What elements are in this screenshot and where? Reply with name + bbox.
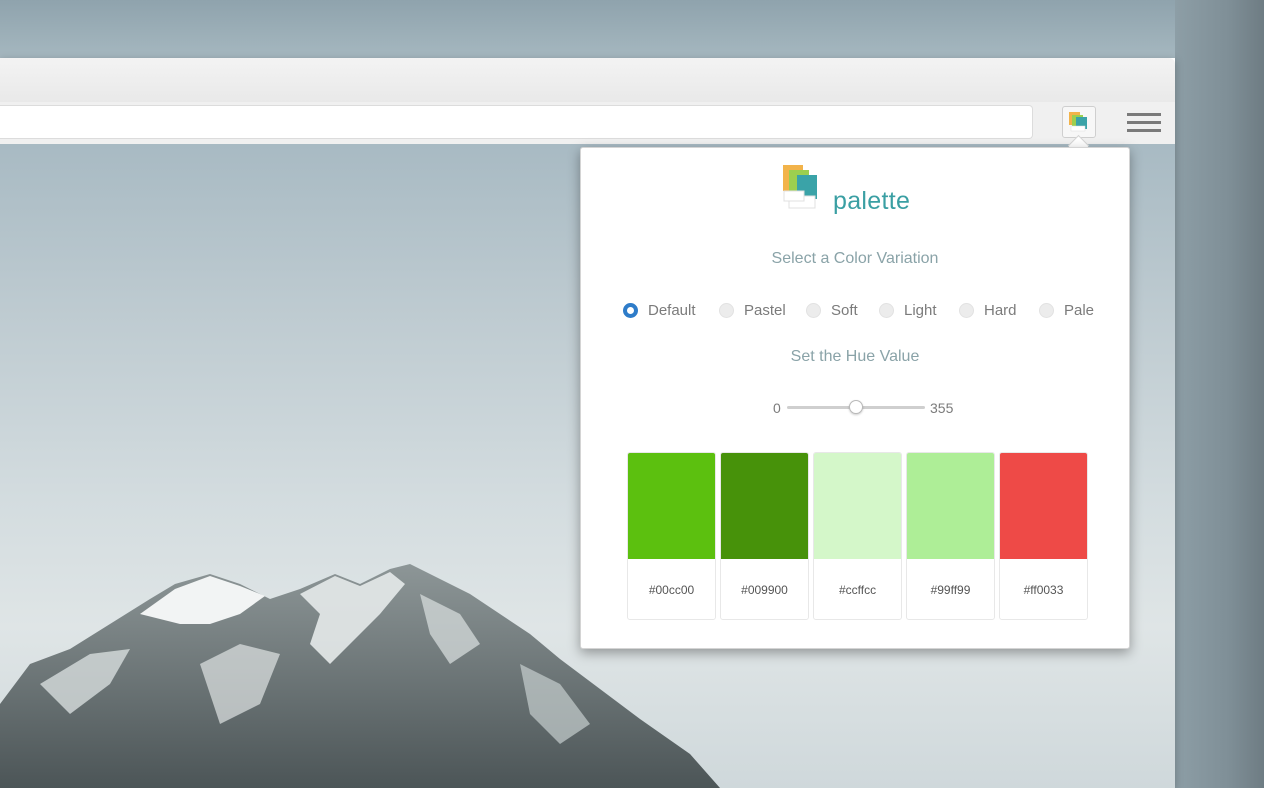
radio-button[interactable]: [959, 302, 974, 318]
browser-titlebar: [0, 58, 1175, 102]
radio-pastel[interactable]: Pastel: [719, 299, 786, 321]
palette-icon: [783, 165, 817, 209]
swatch-color: [628, 453, 715, 559]
radio-light[interactable]: Light: [879, 299, 937, 321]
radio-hard[interactable]: Hard: [959, 299, 1017, 321]
desktop-background-right: [1175, 0, 1264, 788]
address-bar[interactable]: [0, 105, 1033, 139]
hue-slider-row: 0 355: [771, 398, 971, 418]
radio-label: Hard: [984, 301, 1017, 319]
radio-label: Light: [904, 301, 937, 319]
hue-slider-track[interactable]: [787, 400, 925, 414]
variation-title: Select a Color Variation: [771, 250, 939, 267]
palette-extension-button[interactable]: [1062, 106, 1096, 138]
radio-soft[interactable]: Soft: [806, 299, 858, 321]
swatch-color: [814, 453, 901, 559]
palette-extension-icon: [1069, 112, 1087, 132]
radio-button[interactable]: [806, 302, 821, 318]
swatch-hex: #99ff99: [930, 583, 971, 597]
swatch-hex: #009900: [741, 583, 788, 597]
swatch-color: [1000, 453, 1087, 559]
color-swatch[interactable]: #ccffcc: [813, 452, 902, 620]
palette-popup: palette Select a Color Variation Default…: [580, 147, 1130, 649]
hamburger-menu-icon[interactable]: [1126, 110, 1162, 136]
radio-button[interactable]: [879, 302, 894, 318]
radio-label: Pastel: [744, 301, 786, 319]
color-swatch[interactable]: #ff0033: [999, 452, 1088, 620]
palette-logo: palette: [781, 163, 941, 215]
swatch-color: [907, 453, 994, 559]
color-swatch[interactable]: #009900: [720, 452, 809, 620]
desktop-background: [0, 0, 1264, 60]
hue-min-label: 0: [773, 400, 781, 416]
radio-button[interactable]: [623, 302, 638, 318]
radio-label: Pale: [1064, 301, 1095, 319]
radio-default[interactable]: Default: [623, 299, 696, 321]
radio-label: Soft: [831, 301, 858, 319]
swatch-color: [721, 453, 808, 559]
swatch-hex: #ff0033: [1023, 583, 1064, 597]
swatch-hex: #00cc00: [648, 583, 695, 597]
swatch-hex: #ccffcc: [838, 583, 877, 597]
color-swatch[interactable]: #00cc00: [627, 452, 716, 620]
radio-button[interactable]: [1039, 302, 1054, 318]
radio-label: Default: [648, 301, 696, 319]
app-name: palette: [833, 187, 911, 215]
hue-max-label: 355: [930, 400, 954, 416]
color-swatches: #00cc00 #009900 #ccffcc #99ff99 #ff0033: [627, 452, 1091, 622]
variation-radio-group: Default Pastel Soft Light Hard Pale: [621, 299, 1101, 321]
radio-pale[interactable]: Pale: [1039, 299, 1094, 321]
color-swatch[interactable]: #99ff99: [906, 452, 995, 620]
browser-toolbar: [0, 102, 1175, 145]
hue-title: Set the Hue Value: [790, 348, 920, 365]
hue-slider-thumb[interactable]: [849, 400, 863, 414]
radio-button[interactable]: [719, 302, 734, 318]
